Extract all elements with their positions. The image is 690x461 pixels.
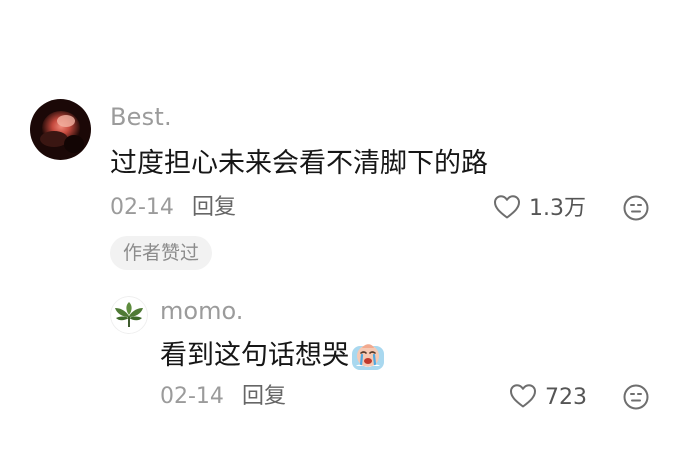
reply-comment-text-row: 看到这句话想哭 (160, 339, 385, 373)
avatar-momo[interactable] (110, 296, 148, 334)
heart-icon (509, 383, 537, 413)
reply-emoji-react-button[interactable] (622, 383, 650, 411)
like-button[interactable]: 1.3万 (493, 194, 586, 224)
smiley-icon (622, 384, 650, 415)
crying-face-sticker-icon (351, 340, 385, 372)
comment-date: 02-14 (110, 195, 174, 220)
reply-comment-date: 02-14 (160, 384, 224, 409)
reply-comment-text: 看到这句话想哭 (160, 340, 349, 371)
reply-comment-reply-button[interactable]: 回复 (242, 383, 286, 411)
reply-button[interactable]: 回复 (192, 194, 236, 222)
author-liked-badge: 作者赞过 (110, 236, 213, 270)
heart-icon (493, 194, 521, 224)
emoji-react-button[interactable] (622, 194, 650, 222)
username-momo[interactable]: momo. (160, 296, 243, 326)
reply-like-button[interactable]: 723 (509, 383, 587, 413)
username-best[interactable]: Best. (110, 102, 172, 132)
like-count: 1.3万 (529, 196, 586, 221)
smiley-icon (622, 195, 650, 226)
comment-text: 过度担心未来会看不清脚下的路 (110, 148, 488, 179)
avatar-best[interactable] (30, 99, 91, 160)
reply-like-count: 723 (545, 385, 587, 410)
